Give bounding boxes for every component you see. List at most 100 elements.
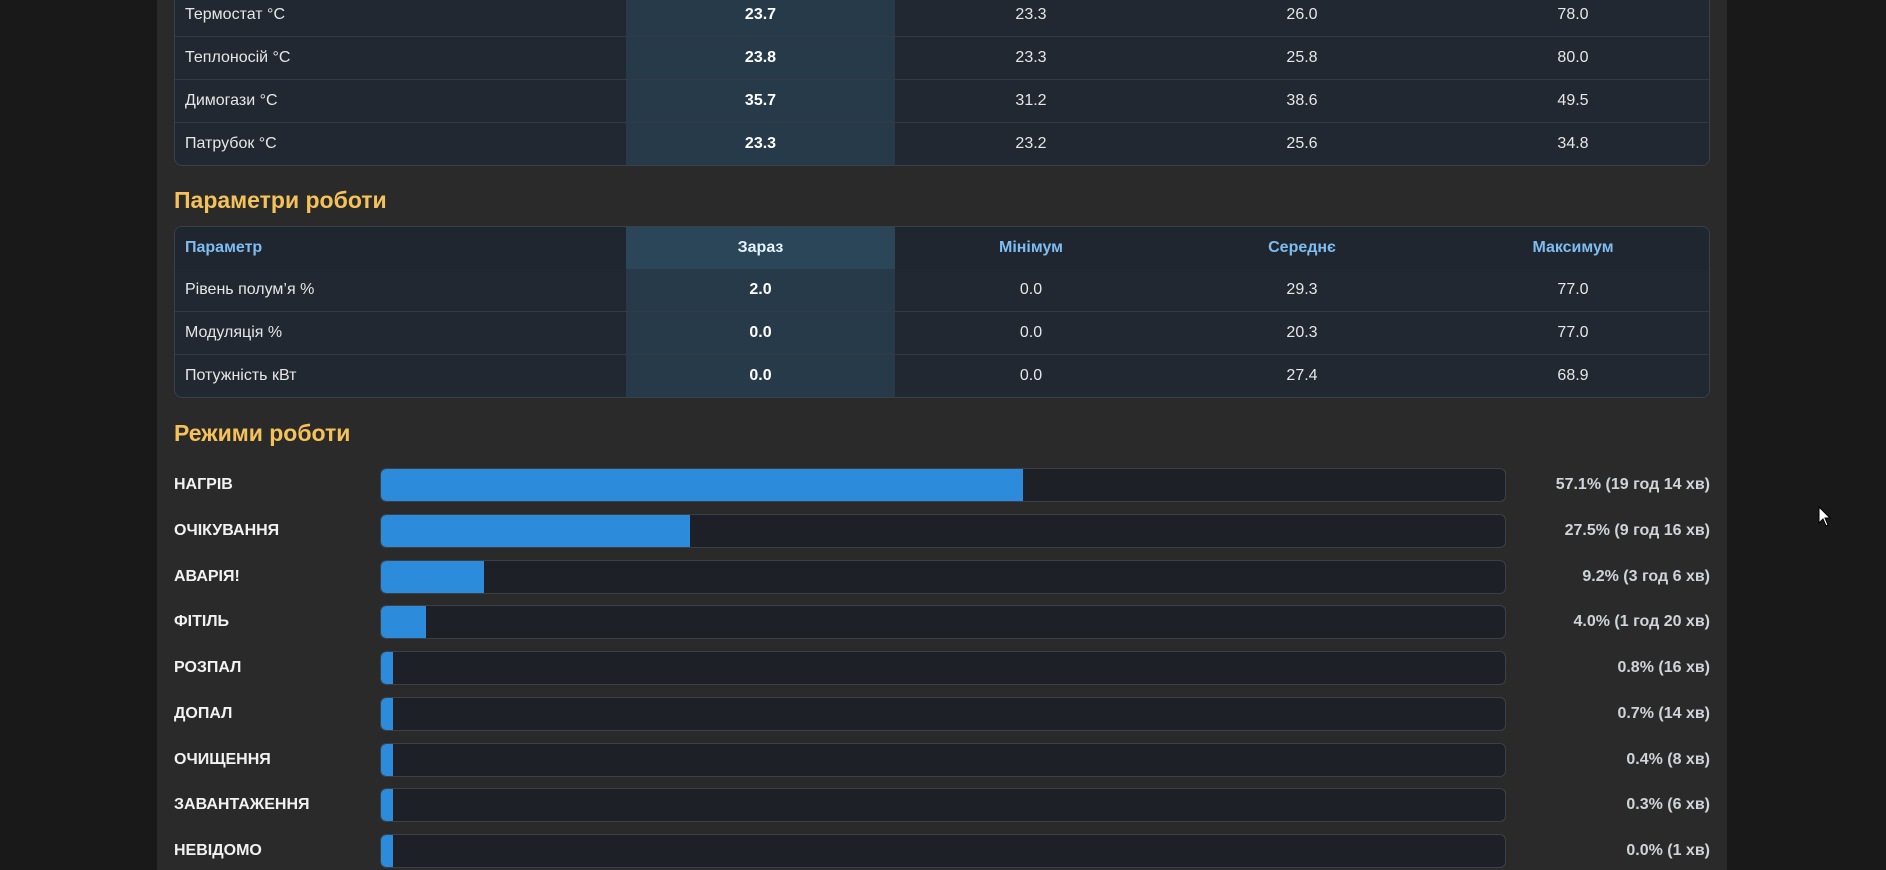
temperatures-cell-min: 23.2 (895, 122, 1167, 165)
mode-progress-fill (381, 514, 691, 547)
temperatures-cell-avg: 25.8 (1167, 36, 1437, 79)
header-avg[interactable]: Середнє (1167, 227, 1437, 269)
mode-value: 0.4% (8 хв) (1626, 750, 1710, 768)
mode-value: 9.2% (3 год 6 хв) (1582, 567, 1710, 585)
mode-progress-bar (380, 513, 1506, 548)
params-cell-avg: 20.3 (1167, 311, 1437, 354)
temperatures-cell-name: Димогази °C (175, 79, 626, 122)
mode-progress-fill (381, 743, 394, 776)
temperatures-row: Теплоносій °C 23.8 23.3 25.8 80.0 (175, 36, 1709, 79)
mode-value: 27.5% (9 год 16 хв) (1564, 521, 1710, 539)
mode-row: ОЧІКУВАННЯ 27.5% (9 год 16 хв) (174, 513, 1710, 548)
mode-label: ОЧІКУВАННЯ (174, 521, 280, 539)
mode-label: РОЗПАЛ (174, 659, 242, 676)
temperatures-cell-now: 23.7 (626, 0, 895, 36)
temperatures-cell-max: 49.5 (1437, 79, 1709, 122)
mode-value: 4.0% (1 год 20 хв) (1573, 613, 1710, 631)
temperatures-cell-now: 23.3 (626, 122, 895, 165)
params-table-container: Параметр Зараз Мінімум Середнє Максимум … (174, 226, 1710, 398)
temperatures-cell-avg: 25.6 (1167, 122, 1437, 165)
params-cell-min: 0.0 (1019, 281, 1043, 298)
params-cell-name: Модуляція % (175, 311, 626, 354)
mode-progress-bar (380, 834, 1506, 868)
mode-label: ЗАВАНТАЖЕННЯ (174, 796, 310, 814)
mode-progress-bar (380, 788, 1506, 823)
header-param[interactable]: Параметр (175, 227, 626, 269)
mode-progress-bar (380, 696, 1506, 731)
mode-progress-bar (380, 605, 1506, 640)
mode-progress-bar (380, 651, 1506, 685)
mode-value: 0.0% (1 хв) (1626, 842, 1710, 859)
mode-row: НЕВІДОМО 0.0% (1 хв) (174, 834, 1710, 868)
mode-progress-bar (380, 742, 1506, 777)
mode-row: ФІТІЛЬ 4.0% (1 год 20 хв) (174, 605, 1710, 640)
mode-value: 0.3% (6 хв) (1626, 796, 1710, 814)
temperatures-cell-min: 23.3 (1015, 6, 1047, 23)
temperature-table: Термостат °C 23.7 23.3 26.0 78.0 Теплоносій °… (174, 0, 1710, 166)
temperatures-row: Патрубок °C 23.3 23.2 25.6 34.8 (175, 122, 1709, 165)
params-cell-min: 0.0 (895, 354, 1167, 397)
temperatures-cell-avg: 38.6 (1167, 79, 1437, 122)
params-row: Модуляція % 0.0 0.0 20.3 77.0 (175, 311, 1709, 354)
mode-row: ЗАВАНТАЖЕННЯ 0.3% (6 хв) (174, 788, 1710, 823)
header-max[interactable]: Максимум (1437, 227, 1709, 269)
mode-row: ДОПАЛ 0.7% (14 хв) (174, 696, 1710, 731)
mode-progress-fill (381, 469, 1023, 501)
mode-value: 57.1% (19 год 14 хв) (1555, 476, 1710, 493)
mouse-cursor-icon (1818, 505, 1832, 533)
params-cell-now: 2.0 (626, 269, 895, 311)
temperature-table-container: Термостат °C 23.7 23.3 26.0 78.0 Теплоносій °… (174, 0, 1710, 166)
params-cell-name: Рівень полум’я % (185, 281, 315, 298)
temperatures-cell-max: 34.8 (1437, 122, 1709, 165)
mode-row: АВАРІЯ! 9.2% (3 год 6 хв) (174, 559, 1710, 594)
temperatures-cell-name: Термостат °C (185, 6, 285, 23)
mode-value: 0.7% (14 хв) (1617, 704, 1710, 722)
temperatures-row: Димогази °C 35.7 31.2 38.6 49.5 (175, 79, 1709, 122)
params-section-title: Параметри роботи (174, 187, 387, 213)
params-table: Параметр Зараз Мінімум Середнє Максимум … (174, 226, 1710, 398)
mode-value: 0.8% (16 хв) (1617, 659, 1710, 676)
params-cell-max: 68.9 (1437, 354, 1709, 397)
params-header-row: Параметр Зараз Мінімум Середнє Максимум (175, 227, 1709, 269)
modes-section-title: Режими роботи (174, 420, 351, 446)
mode-label: НАГРІВ (174, 476, 233, 493)
params-row: Рівень полум’я % 2.0 0.0 29.3 77.0 (175, 269, 1709, 311)
temperatures-cell-min: 23.3 (895, 36, 1167, 79)
params-cell-avg: 29.3 (1286, 281, 1318, 298)
mode-progress-fill (381, 560, 485, 593)
mode-progress-fill (381, 606, 426, 639)
header-min[interactable]: Мінімум (895, 227, 1167, 269)
mode-label: ФІТІЛЬ (174, 613, 230, 631)
temperatures-cell-now: 23.8 (626, 36, 895, 79)
params-cell-min: 0.0 (895, 311, 1167, 354)
params-cell-now: 0.0 (626, 311, 895, 354)
mode-label: НЕВІДОМО (174, 842, 262, 859)
mode-progress-bar (380, 559, 1506, 594)
params-cell-name: Потужність кВт (175, 354, 626, 397)
temperatures-cell-now: 35.7 (626, 79, 895, 122)
mode-label: АВАРІЯ! (174, 567, 240, 585)
temperatures-cell-name: Теплоносій °C (175, 36, 626, 79)
mode-progress-fill (381, 697, 394, 730)
temperatures-cell-max: 80.0 (1437, 36, 1709, 79)
temperatures-cell-min: 31.2 (895, 79, 1167, 122)
mode-row: РОЗПАЛ 0.8% (16 хв) (174, 651, 1710, 685)
temperatures-cell-avg: 26.0 (1286, 6, 1318, 23)
temperatures-cell-name: Патрубок °C (175, 122, 626, 165)
params-cell-avg: 27.4 (1167, 354, 1437, 397)
header-now[interactable]: Зараз (626, 227, 895, 269)
params-cell-now: 0.0 (626, 354, 895, 397)
mode-progress-fill (381, 835, 394, 867)
params-row: Потужність кВт 0.0 0.0 27.4 68.9 (175, 354, 1709, 397)
mode-label: ДОПАЛ (174, 704, 233, 722)
temperatures-row: Термостат °C 23.7 23.3 26.0 78.0 (175, 0, 1709, 36)
mode-progress-fill (381, 652, 394, 684)
mode-label: ОЧИЩЕННЯ (174, 750, 271, 768)
mode-progress-fill (381, 789, 394, 822)
mode-row: НАГРІВ 57.1% (19 год 14 хв) (174, 468, 1710, 502)
params-cell-max: 77.0 (1437, 311, 1709, 354)
mode-progress-bar (380, 468, 1506, 502)
params-cell-max: 77.0 (1557, 281, 1589, 298)
temperatures-cell-max: 78.0 (1557, 6, 1589, 23)
mode-row: ОЧИЩЕННЯ 0.4% (8 хв) (174, 742, 1710, 777)
